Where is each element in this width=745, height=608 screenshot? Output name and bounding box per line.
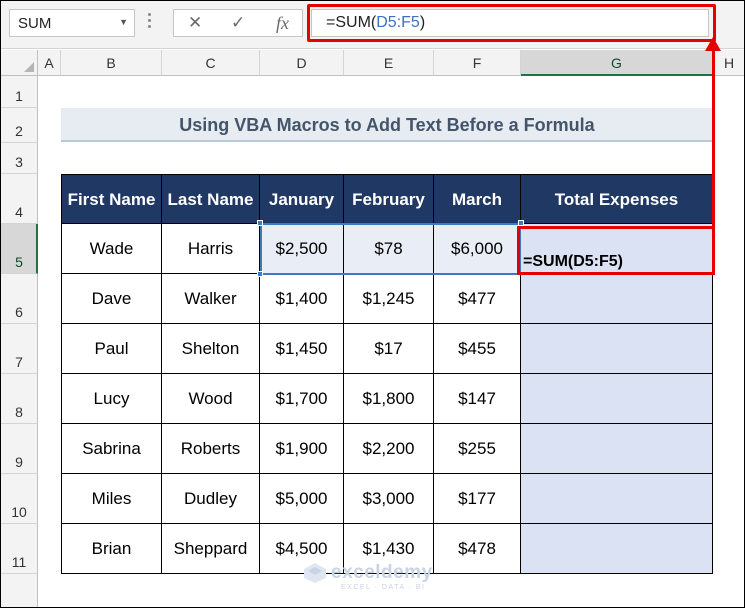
row-number: 8	[15, 404, 23, 420]
cell-first-name-row-5[interactable]: Wade	[61, 224, 162, 274]
cell-march-row-8[interactable]: $147	[434, 374, 521, 424]
cell-last-name-row-5[interactable]: Harris	[162, 224, 260, 274]
cell-first-name-row-9[interactable]: Sabrina	[61, 424, 162, 474]
row-number: 3	[15, 154, 23, 170]
row-number: 1	[15, 88, 23, 104]
watermark-tagline: EXCEL · DATA · BI	[341, 584, 426, 591]
cell-last-name-row-11[interactable]: Sheppard	[162, 524, 260, 574]
cell-february-row-9[interactable]: $2,200	[344, 424, 434, 474]
column-header-b[interactable]: B	[61, 50, 162, 76]
formula-bar: SUM ▼ ✕ ✓ fx =SUM(D5:F5)	[1, 1, 744, 49]
formula-highlight-box	[307, 4, 716, 42]
row-header-4[interactable]: 4	[1, 174, 38, 224]
cell-march-row-9[interactable]: $255	[434, 424, 521, 474]
row-number: 6	[15, 304, 23, 320]
grip-dots-icon[interactable]	[147, 13, 153, 31]
cell-last-name-row-6[interactable]: Walker	[162, 274, 260, 324]
row-number: 7	[15, 354, 23, 370]
cell-march-row-11[interactable]: $478	[434, 524, 521, 574]
row-header-12[interactable]	[1, 574, 38, 607]
column-header-f[interactable]: F	[434, 50, 521, 76]
range-handle-top-left[interactable]	[257, 220, 263, 226]
row-number: 9	[15, 454, 23, 470]
cell-first-name-row-11[interactable]: Brian	[61, 524, 162, 574]
cell-march-row-10[interactable]: $177	[434, 474, 521, 524]
header-march[interactable]: March	[434, 174, 521, 224]
row-number: 2	[15, 123, 23, 139]
cell-total-expenses-row-7[interactable]	[521, 324, 713, 374]
row-header-8[interactable]: 8	[1, 374, 38, 424]
cell-january-row-10[interactable]: $5,000	[260, 474, 344, 524]
range-handle-bottom-left[interactable]	[257, 271, 263, 277]
name-box-value: SUM	[18, 15, 52, 32]
cell-last-name-row-8[interactable]: Wood	[162, 374, 260, 424]
cell-march-row-6[interactable]: $477	[434, 274, 521, 324]
column-header-e[interactable]: E	[344, 50, 434, 76]
cell-total-expenses-row-11[interactable]	[521, 524, 713, 574]
row-header-3[interactable]: 3	[1, 143, 38, 174]
column-header-c[interactable]: C	[162, 50, 260, 76]
formula-tools: ✕ ✓ fx	[173, 9, 303, 37]
annotation-arrow-line	[712, 41, 715, 227]
selected-range-d5-f5	[260, 223, 521, 275]
cell-february-row-10[interactable]: $3,000	[344, 474, 434, 524]
row-header-5[interactable]: 5	[1, 224, 38, 274]
cell-total-expenses-row-9[interactable]	[521, 424, 713, 474]
cell-first-name-row-8[interactable]: Lucy	[61, 374, 162, 424]
row-header-11[interactable]: 11	[1, 524, 38, 574]
column-header-h[interactable]: H	[713, 50, 744, 76]
column-header-a[interactable]: A	[38, 50, 61, 76]
select-all-corner[interactable]	[1, 50, 38, 76]
row-header-6[interactable]: 6	[1, 274, 38, 324]
header-first-name[interactable]: First Name	[61, 174, 162, 224]
cell-total-expenses-row-6[interactable]	[521, 274, 713, 324]
header-last-name[interactable]: Last Name	[162, 174, 260, 224]
insert-function-icon[interactable]: fx	[276, 13, 289, 34]
chevron-down-icon[interactable]: ▼	[119, 17, 128, 27]
column-header-d[interactable]: D	[260, 50, 344, 76]
cell-january-row-6[interactable]: $1,400	[260, 274, 344, 324]
cell-march-row-7[interactable]: $455	[434, 324, 521, 374]
header-january[interactable]: January	[260, 174, 344, 224]
cell-last-name-row-7[interactable]: Shelton	[162, 324, 260, 374]
row-header-9[interactable]: 9	[1, 424, 38, 474]
cell-total-expenses-row-8[interactable]	[521, 374, 713, 424]
cancel-icon[interactable]: ✕	[188, 13, 202, 33]
cell-january-row-7[interactable]: $1,450	[260, 324, 344, 374]
cell-last-name-row-10[interactable]: Dudley	[162, 474, 260, 524]
watermark-brand: exceldemy	[331, 562, 433, 583]
row-number: 5	[15, 254, 23, 270]
exceldemy-logo-icon	[304, 563, 326, 583]
cell-february-row-6[interactable]: $1,245	[344, 274, 434, 324]
enter-icon[interactable]: ✓	[231, 13, 245, 33]
row-number: 11	[11, 554, 27, 570]
row-header-2[interactable]: 2	[1, 108, 38, 143]
row-number: 4	[15, 204, 23, 220]
cell-january-row-9[interactable]: $1,900	[260, 424, 344, 474]
cell-first-name-row-6[interactable]: Dave	[61, 274, 162, 324]
cell-total-expenses-row-10[interactable]	[521, 474, 713, 524]
column-header-g[interactable]: G	[521, 50, 713, 76]
row-header-7[interactable]: 7	[1, 324, 38, 374]
cell-january-row-8[interactable]: $1,700	[260, 374, 344, 424]
excel-window: SUM ▼ ✕ ✓ fx =SUM(D5:F5) A B C D E F G H…	[0, 0, 745, 608]
cell-february-row-8[interactable]: $1,800	[344, 374, 434, 424]
header-february[interactable]: February	[344, 174, 434, 224]
cell-first-name-row-7[interactable]: Paul	[61, 324, 162, 374]
name-box[interactable]: SUM ▼	[9, 9, 135, 37]
row-header-10[interactable]: 10	[1, 474, 38, 524]
sheet-title[interactable]: Using VBA Macros to Add Text Before a Fo…	[61, 108, 713, 142]
row-header-1[interactable]: 1	[1, 76, 38, 108]
annotation-arrow-head	[705, 37, 721, 51]
header-total-expenses[interactable]: Total Expenses	[521, 174, 713, 224]
cell-february-row-7[interactable]: $17	[344, 324, 434, 374]
cell-first-name-row-10[interactable]: Miles	[61, 474, 162, 524]
row-number: 10	[11, 504, 27, 520]
active-cell-highlight-box	[517, 226, 715, 275]
cell-last-name-row-9[interactable]: Roberts	[162, 424, 260, 474]
